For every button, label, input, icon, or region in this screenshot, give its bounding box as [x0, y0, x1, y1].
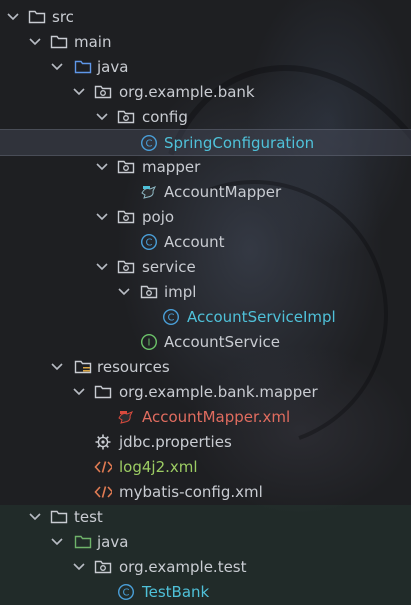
chevron-down-icon[interactable] [28, 29, 42, 54]
tree-label: mybatis-config.xml [119, 482, 263, 501]
tree-row-impl[interactable]: impl [0, 279, 411, 304]
tree-row-service[interactable]: service [0, 254, 411, 279]
test-folder-icon [74, 529, 92, 554]
tree-row-log4j2-xml[interactable]: log4j2.xml [0, 454, 411, 479]
class-icon: C [162, 304, 180, 329]
package-icon [140, 279, 158, 304]
tree-row-pojo[interactable]: pojo [0, 204, 411, 229]
tree-label: src [52, 7, 74, 26]
tree-label: main [74, 32, 112, 51]
svg-text:I: I [148, 337, 151, 348]
tree-row-src[interactable]: src [0, 4, 411, 29]
svg-text:C: C [146, 237, 153, 248]
package-icon [117, 104, 135, 129]
tree-label: java [97, 57, 129, 76]
folder-icon [50, 29, 68, 54]
tree-row-account-mapper-xml[interactable]: AccountMapper.xml [0, 404, 411, 429]
tree-label: service [142, 257, 196, 276]
tree-label: jdbc.properties [119, 432, 232, 451]
xml-file-icon [94, 454, 112, 479]
tree-row-mapper[interactable]: mapper [0, 154, 411, 179]
tree-label: pojo [142, 207, 175, 226]
tree-row-test[interactable]: test [0, 504, 411, 529]
gear-icon [94, 429, 112, 454]
tree-row-config[interactable]: config [0, 104, 411, 129]
tree-row-account-mapper[interactable]: AccountMapper [0, 179, 411, 204]
folder-icon [94, 379, 112, 404]
tree-label: test [74, 507, 103, 526]
tree-label: java [97, 532, 129, 551]
class-icon: C [140, 130, 158, 155]
tree-row-test-bank[interactable]: C TestBank [0, 579, 411, 604]
mybatis-bird-icon [140, 179, 158, 204]
tree-row-account-service-impl[interactable]: C AccountServiceImpl [0, 304, 411, 329]
project-tree: src main java org.example.bank config C … [0, 0, 411, 605]
chevron-down-icon[interactable] [6, 4, 20, 29]
package-icon [117, 154, 135, 179]
chevron-down-icon[interactable] [72, 379, 86, 404]
tree-row-resource-dir-mapper[interactable]: org.example.bank.mapper [0, 379, 411, 404]
tree-label: org.example.test [119, 557, 247, 576]
tree-label: AccountServiceImpl [187, 307, 336, 326]
chevron-down-icon[interactable] [95, 204, 109, 229]
chevron-down-icon[interactable] [50, 54, 64, 79]
class-icon: C [117, 579, 135, 604]
mybatis-bird-icon [117, 404, 135, 429]
interface-icon: I [140, 329, 158, 354]
chevron-down-icon[interactable] [95, 104, 109, 129]
package-icon [94, 554, 112, 579]
chevron-down-icon[interactable] [95, 154, 109, 179]
tree-row-mybatis-config-xml[interactable]: mybatis-config.xml [0, 479, 411, 504]
folder-icon [50, 504, 68, 529]
tree-label: SpringConfiguration [164, 133, 315, 152]
package-icon [117, 254, 135, 279]
xml-file-icon [94, 479, 112, 504]
tree-row-package-test[interactable]: org.example.test [0, 554, 411, 579]
chevron-down-icon[interactable] [117, 279, 131, 304]
package-icon [94, 79, 112, 104]
tree-label: AccountMapper.xml [142, 407, 291, 426]
tree-label: Account [164, 232, 225, 251]
tree-label: impl [164, 282, 197, 301]
tree-row-resources[interactable]: resources [0, 354, 411, 379]
tree-label: TestBank [142, 582, 210, 601]
tree-label: org.example.bank [119, 82, 255, 101]
tree-label: log4j2.xml [119, 457, 198, 476]
folder-icon [28, 4, 46, 29]
tree-label: config [142, 107, 188, 126]
chevron-down-icon[interactable] [28, 504, 42, 529]
svg-text:C: C [146, 138, 153, 149]
source-folder-icon [74, 54, 92, 79]
svg-text:C: C [168, 312, 175, 323]
package-icon [117, 204, 135, 229]
tree-row-jdbc-properties[interactable]: jdbc.properties [0, 429, 411, 454]
tree-row-main[interactable]: main [0, 29, 411, 54]
tree-row-account-service[interactable]: I AccountService [0, 329, 411, 354]
chevron-down-icon[interactable] [50, 354, 64, 379]
tree-row-account[interactable]: C Account [0, 229, 411, 254]
resources-folder-icon [74, 354, 92, 379]
tree-label: AccountService [164, 332, 281, 351]
class-icon: C [140, 229, 158, 254]
tree-row-java-test[interactable]: java [0, 529, 411, 554]
tree-row-package-bank[interactable]: org.example.bank [0, 79, 411, 104]
tree-row-spring-configuration[interactable]: C SpringConfiguration [0, 129, 411, 156]
chevron-down-icon[interactable] [95, 254, 109, 279]
chevron-down-icon[interactable] [72, 554, 86, 579]
svg-text:C: C [123, 587, 130, 598]
tree-label: mapper [142, 157, 201, 176]
tree-label: AccountMapper [164, 182, 282, 201]
tree-row-java-source[interactable]: java [0, 54, 411, 79]
chevron-down-icon[interactable] [72, 79, 86, 104]
chevron-down-icon[interactable] [50, 529, 64, 554]
tree-label: resources [97, 357, 170, 376]
tree-label: org.example.bank.mapper [119, 382, 318, 401]
